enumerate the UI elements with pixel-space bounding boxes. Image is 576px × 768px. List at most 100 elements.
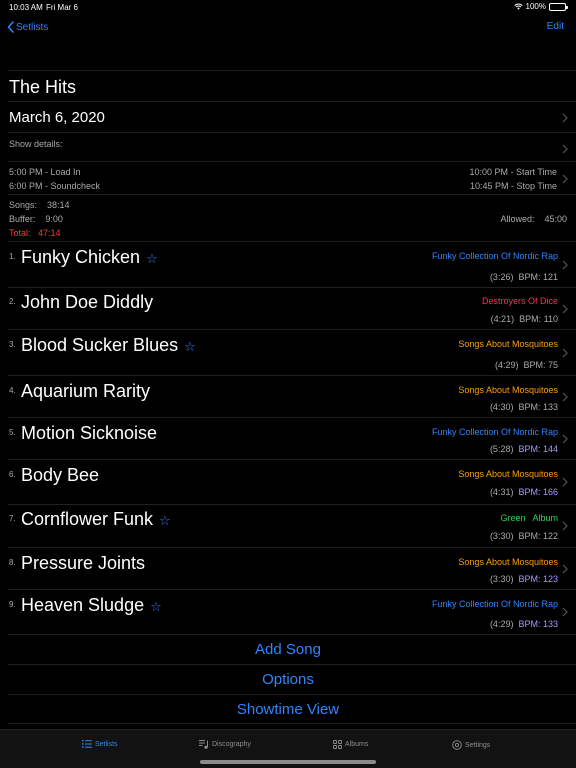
song-duration: (3:26)	[489, 272, 514, 282]
song-title: Cornflower Funk ☆	[21, 509, 171, 530]
song-bpm: BPM: 121	[518, 272, 558, 282]
navigation-bar: Setlists Edit	[0, 16, 576, 40]
tab-settings[interactable]: Settings	[452, 740, 490, 750]
song-bpm: BPM: 133	[518, 402, 558, 412]
song-number: 3.	[9, 340, 16, 349]
song-title-text: Aquarium Rarity	[21, 381, 151, 401]
song-duration: (3:30)	[489, 574, 514, 584]
song-duration: (3:30)	[489, 531, 514, 541]
song-number: 9.	[9, 600, 16, 609]
add-song-label: Add Song	[255, 641, 321, 658]
song-number: 6.	[9, 470, 16, 479]
song-duration: (4:21)	[490, 314, 515, 324]
song-row[interactable]: 6. Body Bee Songs About Mosquitoes (4:31) B…	[8, 459, 576, 504]
options-button[interactable]: Options	[8, 664, 576, 694]
chevron-right-icon	[562, 564, 568, 574]
song-title-text: Pressure Joints	[21, 553, 146, 573]
song-meta: (4:21) BPM: 110	[491, 314, 558, 324]
song-row[interactable]: 4. Aquarium Rarity Songs About Mosquitoes (…	[8, 375, 576, 417]
song-number: 8.	[9, 558, 16, 567]
setlist-title: The Hits	[9, 77, 77, 97]
song-row[interactable]: 9. Heaven Sludge ☆ Funky Collection Of Nord…	[8, 589, 576, 634]
tab-setlists[interactable]: Setlists	[82, 740, 118, 748]
buffer-duration: Buffer: 9:00	[9, 214, 63, 224]
song-list: 1. Funky Chicken ☆ Funky Collection Of Nord…	[0, 241, 576, 634]
song-album: Funky Collection Of Nordic Rap	[431, 599, 558, 609]
battery-percent: 100%	[525, 2, 546, 11]
chevron-right-icon	[562, 607, 568, 617]
setlist-detail: The Hits March 6, 2020 Show details: 5:0…	[0, 70, 576, 724]
add-song-button[interactable]: Add Song	[8, 634, 576, 664]
song-title-text: Funky Chicken	[21, 247, 141, 267]
showtime-view-label: Showtime View	[236, 701, 340, 718]
song-album: Green Album	[500, 513, 558, 523]
song-row[interactable]: 5. Motion Sicknoise Funky Collection Of No…	[8, 417, 576, 459]
star-icon[interactable]: ☆	[159, 513, 171, 528]
tab-setlists-label: Setlists	[95, 740, 118, 748]
back-button-label: Setlists	[16, 21, 49, 33]
chevron-right-icon	[562, 174, 568, 184]
song-title: Body Bee	[21, 465, 99, 486]
song-title-text: Cornflower Funk	[21, 509, 154, 529]
show-times-row[interactable]: 5:00 PM - Load In 6:00 PM - Soundcheck 1…	[8, 161, 576, 194]
song-row[interactable]: 1. Funky Chicken ☆ Funky Collection Of Nord…	[8, 241, 576, 287]
setlist-date: March 6, 2020	[9, 109, 105, 126]
song-title: Aquarium Rarity	[21, 381, 150, 402]
star-icon[interactable]: ☆	[150, 599, 162, 614]
song-meta: (3:30) BPM: 122	[490, 531, 558, 541]
tab-discography[interactable]: Discography	[199, 740, 251, 749]
song-row[interactable]: 8. Pressure Joints Songs About Mosquitoes (…	[8, 547, 576, 589]
edit-button[interactable]: Edit	[547, 21, 564, 32]
song-title: John Doe Diddly	[21, 292, 153, 313]
song-duration: (4:29)	[489, 619, 514, 629]
song-title: Motion Sicknoise	[21, 423, 157, 444]
back-button[interactable]: Setlists	[7, 21, 48, 33]
song-number: 4.	[9, 386, 16, 395]
music-notes-icon	[199, 740, 208, 749]
showtime-view-button[interactable]: Showtime View	[8, 694, 576, 724]
tab-albums[interactable]: Albums	[333, 740, 368, 749]
song-meta: (3:26) BPM: 121	[490, 272, 558, 282]
status-bar: 10:03 AM Fri Mar 6 100%	[0, 0, 576, 14]
star-icon[interactable]: ☆	[146, 251, 158, 266]
song-bpm: BPM: 75	[523, 360, 558, 370]
status-date: Fri Mar 6	[46, 3, 78, 12]
song-row[interactable]: 3. Blood Sucker Blues ☆ Songs About Mosquit…	[8, 329, 576, 375]
song-number: 1.	[9, 252, 16, 261]
song-meta: (4:29) BPM: 133	[490, 619, 558, 629]
setlist-date-row[interactable]: March 6, 2020	[8, 101, 576, 132]
gear-icon	[452, 740, 462, 750]
song-title-text: Body Bee	[21, 465, 100, 485]
song-title-text: Blood Sucker Blues	[21, 335, 179, 355]
song-album: Songs About Mosquitoes	[458, 385, 558, 395]
duration-summary-row: Songs: 38:14 Buffer: 9:00 Total: 47:14 A…	[8, 194, 576, 241]
song-album: Songs About Mosquitoes	[458, 339, 558, 349]
show-details-row[interactable]: Show details:	[8, 132, 576, 161]
home-indicator	[200, 760, 376, 764]
song-number: 5.	[9, 428, 16, 437]
song-meta: (4:31) BPM: 166	[490, 487, 558, 497]
star-icon[interactable]: ☆	[184, 339, 196, 354]
song-row[interactable]: 2. John Doe Diddly Destroyers Of Dice (4:21…	[8, 287, 576, 329]
song-bpm: BPM: 133	[518, 619, 558, 629]
chevron-right-icon	[562, 113, 568, 123]
song-duration: (4:29)	[494, 360, 519, 370]
tab-discography-label: Discography	[212, 741, 251, 748]
song-title-text: Motion Sicknoise	[21, 423, 158, 443]
setlist-title-row[interactable]: The Hits	[8, 70, 576, 101]
chevron-right-icon	[562, 304, 568, 314]
start-time: 10:00 PM - Start Time	[469, 167, 557, 177]
song-album: Songs About Mosquitoes	[458, 469, 558, 479]
grid-icon	[333, 740, 342, 749]
status-time: 10:03 AM	[9, 3, 43, 12]
song-album: Funky Collection Of Nordic Rap	[431, 427, 558, 437]
song-bpm: BPM: 166	[518, 487, 558, 497]
song-title: Blood Sucker Blues ☆	[21, 335, 196, 356]
song-album: Destroyers Of Dice	[481, 296, 558, 306]
song-meta: (5:28) BPM: 144	[490, 444, 558, 454]
total-duration: Total: 47:14	[9, 228, 61, 238]
show-details-label: Show details:	[9, 139, 63, 149]
song-row[interactable]: 7. Cornflower Funk ☆ Green Album (3:30) BPM:…	[8, 504, 576, 547]
list-icon	[82, 740, 92, 748]
tab-albums-label: Albums	[345, 741, 369, 748]
